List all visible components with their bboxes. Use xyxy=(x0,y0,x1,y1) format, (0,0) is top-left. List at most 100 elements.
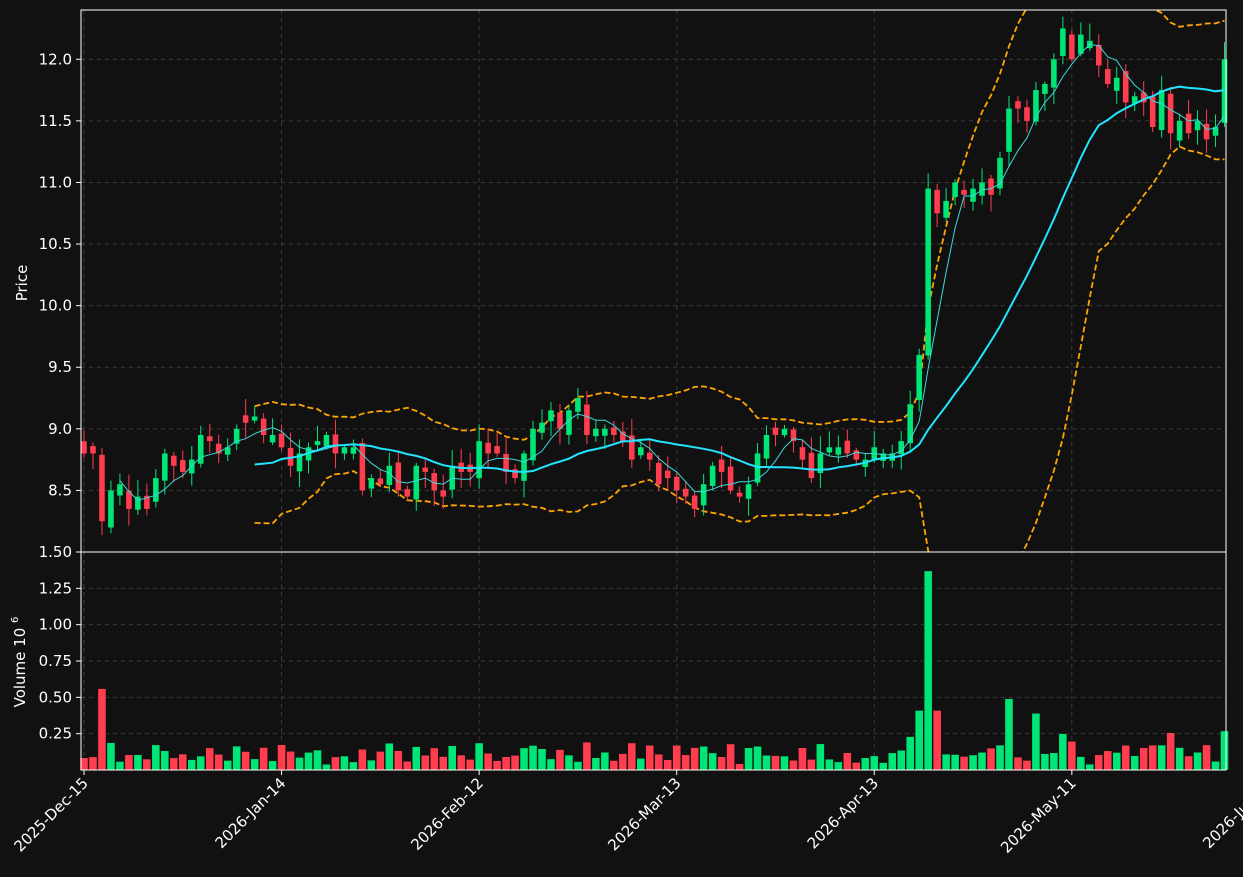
volume-bar xyxy=(1049,752,1059,771)
candle-body xyxy=(799,447,806,460)
sma-long-line xyxy=(254,85,1225,473)
volume-bar xyxy=(852,762,861,771)
x-tick-label: 2026-Feb-12 xyxy=(407,774,487,854)
candle-body xyxy=(350,447,357,454)
volume-bar xyxy=(1130,755,1139,771)
price-tick-label: 9.0 xyxy=(48,420,72,438)
volume-bar xyxy=(1013,756,1023,771)
price-tick-label: 9.5 xyxy=(48,358,72,376)
volume-bar xyxy=(699,746,708,771)
candle-body xyxy=(655,462,662,485)
candle-body xyxy=(925,188,931,356)
volume-tick-label: 0.75 xyxy=(39,652,72,670)
volume-bar xyxy=(349,761,358,771)
volume-bar xyxy=(1148,744,1157,771)
volume-axis-exponent-base: 10 xyxy=(11,628,29,647)
volume-bar xyxy=(106,742,116,771)
volume-bar xyxy=(151,744,161,771)
candle-body xyxy=(700,484,707,506)
volume-bar xyxy=(546,758,556,771)
x-tick-label: 2026-Jun-09 xyxy=(1199,774,1243,852)
chart-svg: 8.5 9.0 9.5 10.0 10.5 11.0 11.5 12.0 0.25 0.50 0.7… xyxy=(10,9,1243,857)
candle-body xyxy=(404,489,411,497)
candle-body xyxy=(682,488,689,497)
volume-tick-label: 1.50 xyxy=(39,543,72,561)
candle-body xyxy=(108,490,114,528)
candle-body xyxy=(1060,28,1066,56)
candle-body xyxy=(162,453,168,481)
volume-bar xyxy=(241,751,250,771)
volume-bar xyxy=(1184,755,1193,771)
volume-bar xyxy=(519,747,529,771)
candle-body xyxy=(494,446,500,454)
volume-bar xyxy=(1175,747,1184,771)
candle-body xyxy=(584,404,590,435)
candle-body xyxy=(593,428,599,437)
volume-bar xyxy=(923,570,933,771)
candle-body xyxy=(781,428,788,436)
volume-bar xyxy=(286,751,295,771)
volume-bar xyxy=(133,754,143,771)
volume-bar xyxy=(914,710,924,771)
volume-bar xyxy=(510,755,520,771)
candle-body xyxy=(602,428,608,436)
volume-bar xyxy=(313,749,322,771)
volume-bar xyxy=(977,752,987,771)
x-tick-label: 2026-Apr-13 xyxy=(804,774,882,852)
candle-body xyxy=(808,452,815,479)
candle-body xyxy=(242,415,249,423)
candle-body xyxy=(844,440,851,454)
volume-bar xyxy=(869,755,879,771)
candle-body xyxy=(269,434,276,443)
candle-body xyxy=(251,416,258,421)
candle-body xyxy=(664,470,671,479)
volume-bar xyxy=(654,753,664,771)
volume-bar xyxy=(663,759,673,771)
volume-bar xyxy=(483,752,493,771)
axes: 8.5 9.0 9.5 10.0 10.5 11.0 11.5 12.0 0.25 0.50 0.7… xyxy=(10,9,1243,857)
volume-bar xyxy=(214,754,223,771)
candle-body xyxy=(260,418,267,435)
volume-bar xyxy=(600,752,610,771)
candle-body xyxy=(709,465,716,486)
candle-body xyxy=(1024,107,1030,121)
candle-body xyxy=(934,189,940,214)
volume-bar xyxy=(385,742,394,771)
volume-bar xyxy=(1067,741,1077,771)
candle-body xyxy=(359,443,366,491)
volume-bar xyxy=(1121,745,1131,771)
volume-bar xyxy=(1094,754,1104,771)
volume-bar xyxy=(807,759,816,771)
volume-bar xyxy=(896,750,906,771)
volume-bar xyxy=(1220,730,1229,771)
volume-bars xyxy=(79,570,1229,771)
volume-bar xyxy=(932,710,942,771)
volume-bar xyxy=(403,761,412,771)
volume-bar xyxy=(420,755,430,771)
candle-body xyxy=(943,200,949,218)
x-tick-label: 2025-Dec-15 xyxy=(10,774,91,855)
volume-bar xyxy=(124,754,134,771)
volume-bar xyxy=(187,759,197,771)
volume-bar xyxy=(878,762,888,771)
volume-bar xyxy=(564,754,574,771)
candle-body xyxy=(1176,120,1183,141)
candle-body xyxy=(368,478,375,489)
volume-bar xyxy=(537,748,547,771)
volume-bar xyxy=(843,752,852,771)
candle-body xyxy=(323,434,330,447)
candle-body xyxy=(952,182,958,198)
volume-bar xyxy=(1040,753,1050,771)
candle-body xyxy=(961,189,967,195)
candle-body xyxy=(395,462,402,491)
price-tick-label: 10.5 xyxy=(39,235,72,253)
candle-body xyxy=(1203,123,1210,140)
x-tick-label: 2026-May-11 xyxy=(997,774,1080,857)
volume-bar xyxy=(340,755,349,771)
candle-body xyxy=(916,354,922,401)
volume-tick-label: 0.50 xyxy=(39,688,72,706)
volume-bar xyxy=(555,749,565,771)
candle-body xyxy=(772,427,779,435)
volume-bar xyxy=(573,761,583,771)
volume-bar xyxy=(887,752,897,771)
